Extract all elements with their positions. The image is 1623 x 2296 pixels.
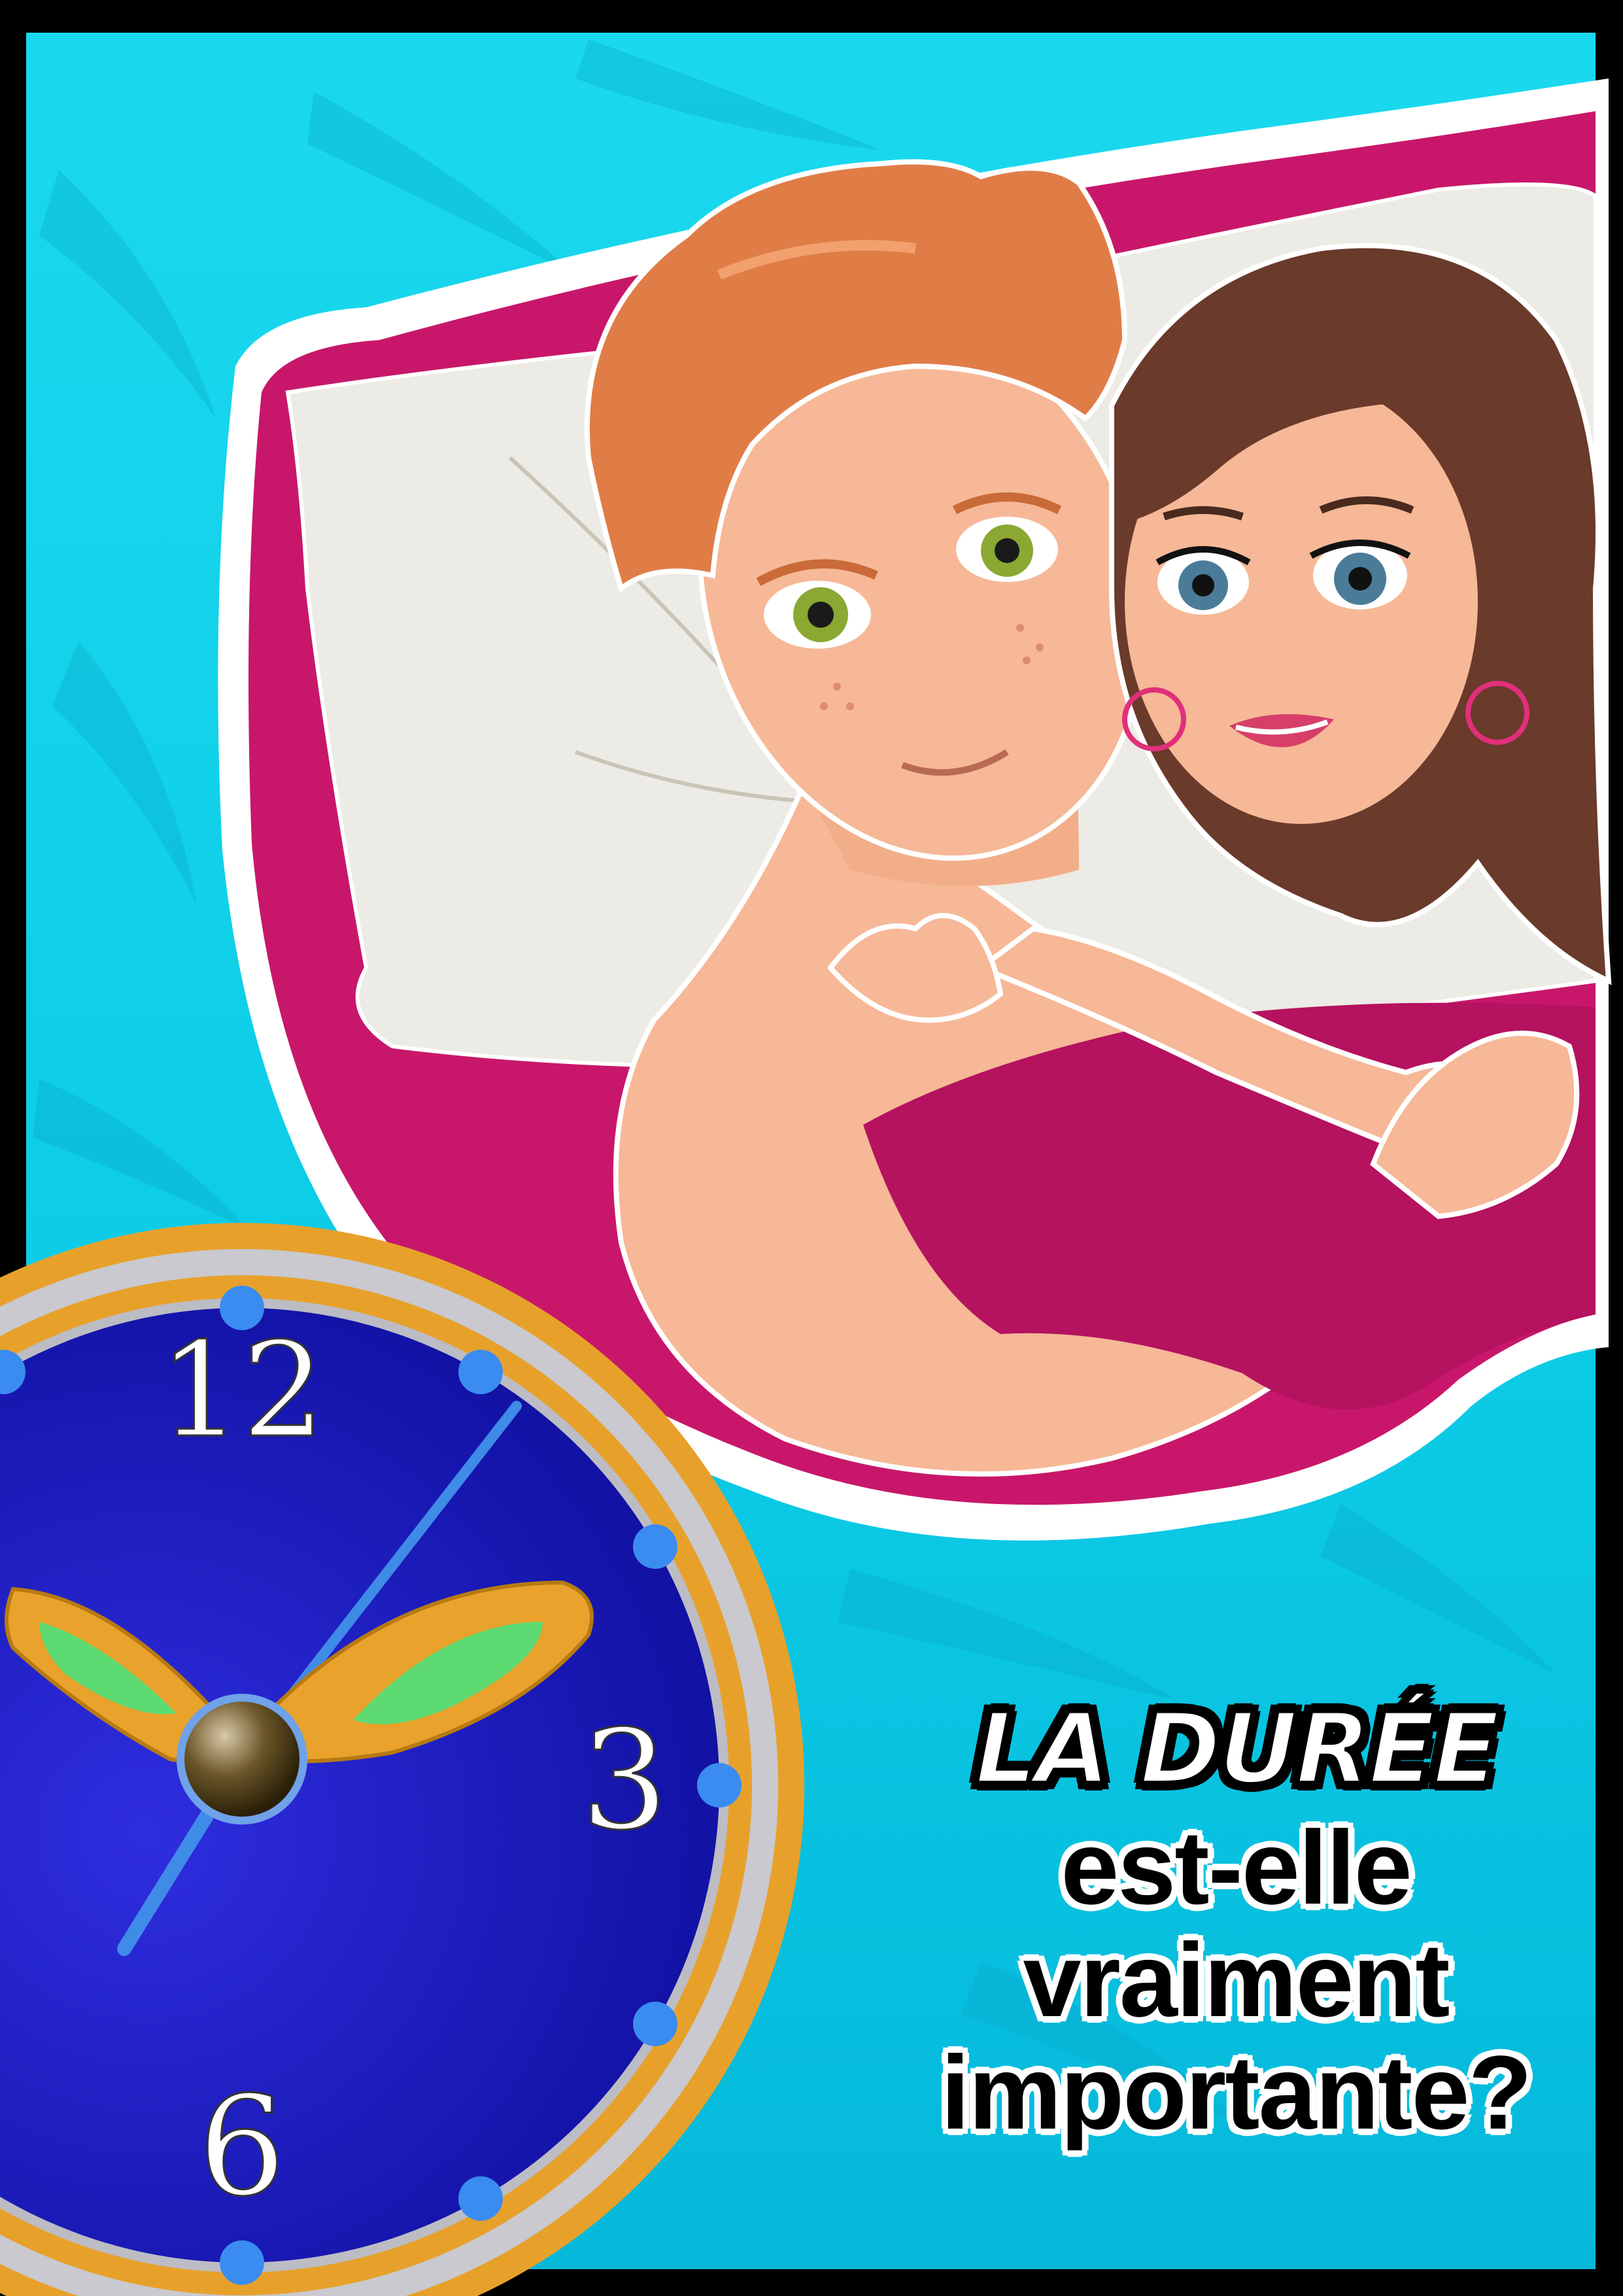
headline: LA DURÉE est-elle vraiment importante? [870, 1687, 1602, 2149]
headline-line-2: vraiment [1023, 1921, 1450, 2038]
headline-line-1: est-elle [1061, 1809, 1412, 1926]
clock-numeral-6: 6 [198, 2066, 286, 2227]
headline-line-3: importante? [940, 2034, 1532, 2151]
clock-numeral-3: 3 [581, 1700, 668, 1860]
headline-title: LA DURÉE [973, 1690, 1502, 1808]
poster: 12 3 6 LA DURÉE est-elle vraiment import… [0, 0, 1623, 2296]
clock-numeral-12: 12 [159, 1314, 326, 1467]
